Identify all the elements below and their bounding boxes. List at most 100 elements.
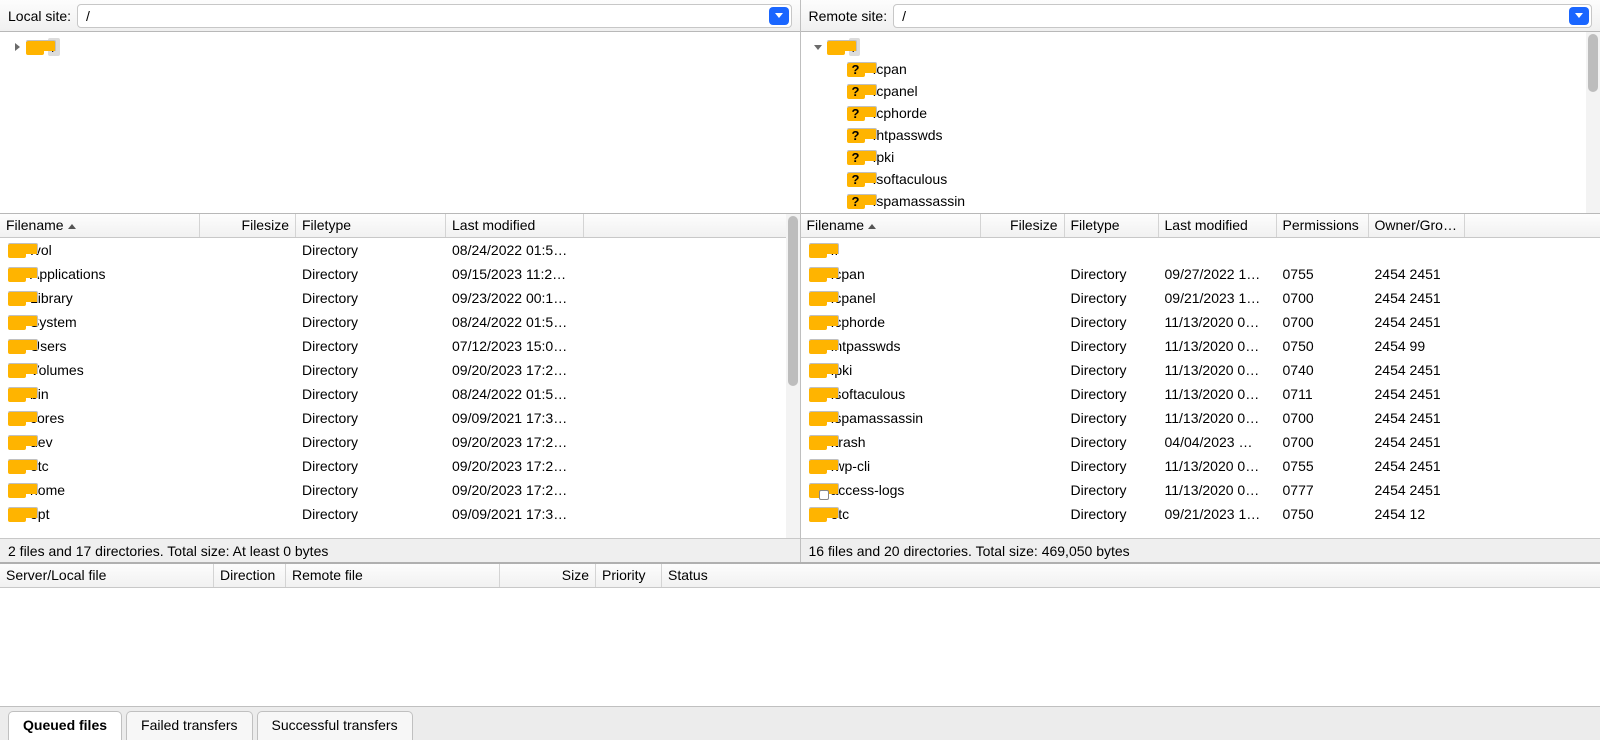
folder-icon: [827, 40, 845, 55]
file-row[interactable]: VolumesDirectory09/20/2023 17:2…: [0, 358, 800, 382]
file-row[interactable]: ApplicationsDirectory09/15/2023 11:2…: [0, 262, 800, 286]
tree-item[interactable]: .cphorde: [801, 102, 1600, 124]
col-remote-file[interactable]: Remote file: [286, 564, 500, 587]
file-row[interactable]: ..: [801, 238, 1600, 262]
file-size: [200, 296, 296, 300]
col-permissions[interactable]: Permissions: [1277, 214, 1369, 237]
folder-icon: [8, 363, 26, 378]
file-lastmod: 11/13/2020 0…: [1159, 336, 1277, 356]
file-lastmod: 08/24/2022 01:5…: [446, 240, 584, 260]
col-filesize[interactable]: Filesize: [200, 214, 296, 237]
tree-item[interactable]: /: [0, 36, 800, 58]
tree-item[interactable]: .cpanel: [801, 80, 1600, 102]
folder-icon: [8, 507, 26, 522]
file-lastmod: [1159, 248, 1277, 252]
col-filetype[interactable]: Filetype: [296, 214, 446, 237]
local-list-body[interactable]: .volDirectory08/24/2022 01:5…Application…: [0, 238, 800, 538]
scroll-thumb[interactable]: [788, 216, 798, 386]
remote-list-body[interactable]: ...cpanDirectory09/27/2022 1…07552454 24…: [801, 238, 1600, 538]
tree-item[interactable]: .cpan: [801, 58, 1600, 80]
file-row[interactable]: UsersDirectory07/12/2023 15:0…: [0, 334, 800, 358]
file-row[interactable]: etcDirectory09/20/2023 17:2…: [0, 454, 800, 478]
file-size: [200, 248, 296, 252]
local-path-field[interactable]: /: [77, 4, 791, 28]
file-row[interactable]: .volDirectory08/24/2022 01:5…: [0, 238, 800, 262]
file-row[interactable]: binDirectory08/24/2022 01:5…: [0, 382, 800, 406]
file-row[interactable]: coresDirectory09/09/2021 17:3…: [0, 406, 800, 430]
tree-item[interactable]: .spamassassin: [801, 190, 1600, 212]
file-row[interactable]: .softaculousDirectory11/13/2020 0…071124…: [801, 382, 1600, 406]
expand-icon[interactable]: [10, 43, 24, 51]
col-status[interactable]: Status: [662, 564, 1600, 587]
tab-failed-transfers[interactable]: Failed transfers: [126, 711, 252, 740]
col-direction[interactable]: Direction: [214, 564, 286, 587]
tree-item[interactable]: .pki: [801, 146, 1600, 168]
remote-path-dropdown-button[interactable]: [1569, 7, 1589, 25]
file-type: Directory: [1065, 456, 1159, 476]
file-row[interactable]: .cpanelDirectory09/21/2023 1…07002454 24…: [801, 286, 1600, 310]
remote-tree-scrollbar[interactable]: [1586, 32, 1600, 213]
folder-icon: [809, 315, 827, 330]
file-row[interactable]: .cphordeDirectory11/13/2020 0…07002454 2…: [801, 310, 1600, 334]
file-row[interactable]: optDirectory09/09/2021 17:3…: [0, 502, 800, 526]
collapse-icon[interactable]: [811, 45, 825, 50]
scroll-thumb[interactable]: [1588, 34, 1598, 92]
col-owner-group[interactable]: Owner/Group: [1369, 214, 1465, 237]
tree-item-label: .spamassassin: [869, 192, 970, 210]
file-size: [200, 344, 296, 348]
file-owner-group: 2454 2451: [1369, 456, 1465, 476]
file-row[interactable]: LibraryDirectory09/23/2022 00:1…: [0, 286, 800, 310]
col-lastmod[interactable]: Last modified: [446, 214, 584, 237]
folder-icon: [809, 291, 827, 306]
file-permissions: [1277, 248, 1369, 252]
file-size: [200, 464, 296, 468]
col-lastmod[interactable]: Last modified: [1159, 214, 1277, 237]
file-row[interactable]: .pkiDirectory11/13/2020 0…07402454 2451: [801, 358, 1600, 382]
col-filename[interactable]: Filename: [0, 214, 200, 237]
file-row[interactable]: SystemDirectory08/24/2022 01:5…: [0, 310, 800, 334]
col-filetype[interactable]: Filetype: [1065, 214, 1159, 237]
remote-pane: Remote site: / /.cpan.cpanel.cphorde.htp…: [801, 0, 1600, 562]
file-size: [981, 416, 1065, 420]
tree-item[interactable]: .softaculous: [801, 168, 1600, 190]
folder-icon: [26, 40, 44, 55]
remote-path-field[interactable]: /: [893, 4, 1592, 28]
queue-tabs: Queued files Failed transfers Successful…: [0, 706, 1600, 740]
folder-icon: [809, 483, 827, 498]
col-priority[interactable]: Priority: [596, 564, 662, 587]
file-row[interactable]: etcDirectory09/21/2023 1…07502454 12: [801, 502, 1600, 526]
file-row[interactable]: .wp-cliDirectory11/13/2020 0…07552454 24…: [801, 454, 1600, 478]
folder-icon: [8, 267, 26, 282]
file-type: Directory: [296, 264, 446, 284]
file-type: Directory: [1065, 408, 1159, 428]
local-pathbar: Local site: /: [0, 0, 800, 32]
col-filesize[interactable]: Filesize: [981, 214, 1065, 237]
local-tree[interactable]: /: [0, 32, 800, 214]
file-row[interactable]: .cpanDirectory09/27/2022 1…07552454 2451: [801, 262, 1600, 286]
folder-icon: [8, 435, 26, 450]
tab-queued-files[interactable]: Queued files: [8, 711, 122, 740]
file-type: Directory: [1065, 312, 1159, 332]
queue-header: Server/Local file Direction Remote file …: [0, 564, 1600, 588]
file-type: Directory: [1065, 480, 1159, 500]
file-row[interactable]: .trashDirectory04/04/2023 …07002454 2451: [801, 430, 1600, 454]
file-row[interactable]: .spamassassinDirectory11/13/2020 0…07002…: [801, 406, 1600, 430]
remote-tree[interactable]: /.cpan.cpanel.cphorde.htpasswds.pki.soft…: [801, 32, 1600, 214]
local-scrollbar[interactable]: [786, 214, 800, 538]
tab-successful-transfers[interactable]: Successful transfers: [257, 711, 413, 740]
col-size[interactable]: Size: [500, 564, 596, 587]
file-row[interactable]: homeDirectory09/20/2023 17:2…: [0, 478, 800, 502]
local-path-dropdown-button[interactable]: [769, 7, 789, 25]
local-path-value: /: [86, 8, 762, 24]
local-file-list: Filename Filesize Filetype Last modified…: [0, 214, 800, 538]
tree-item[interactable]: .htpasswds: [801, 124, 1600, 146]
queue-body[interactable]: [0, 588, 1600, 706]
col-server-local-file[interactable]: Server/Local file: [0, 564, 214, 587]
file-row[interactable]: devDirectory09/20/2023 17:2…: [0, 430, 800, 454]
remote-path-value: /: [902, 8, 1563, 24]
file-row[interactable]: .htpasswdsDirectory11/13/2020 0…07502454…: [801, 334, 1600, 358]
file-row[interactable]: access-logsDirectory11/13/2020 0…0777245…: [801, 478, 1600, 502]
tree-item[interactable]: /: [801, 36, 1600, 58]
col-filename[interactable]: Filename: [801, 214, 981, 237]
file-lastmod: 09/20/2023 17:2…: [446, 456, 584, 476]
